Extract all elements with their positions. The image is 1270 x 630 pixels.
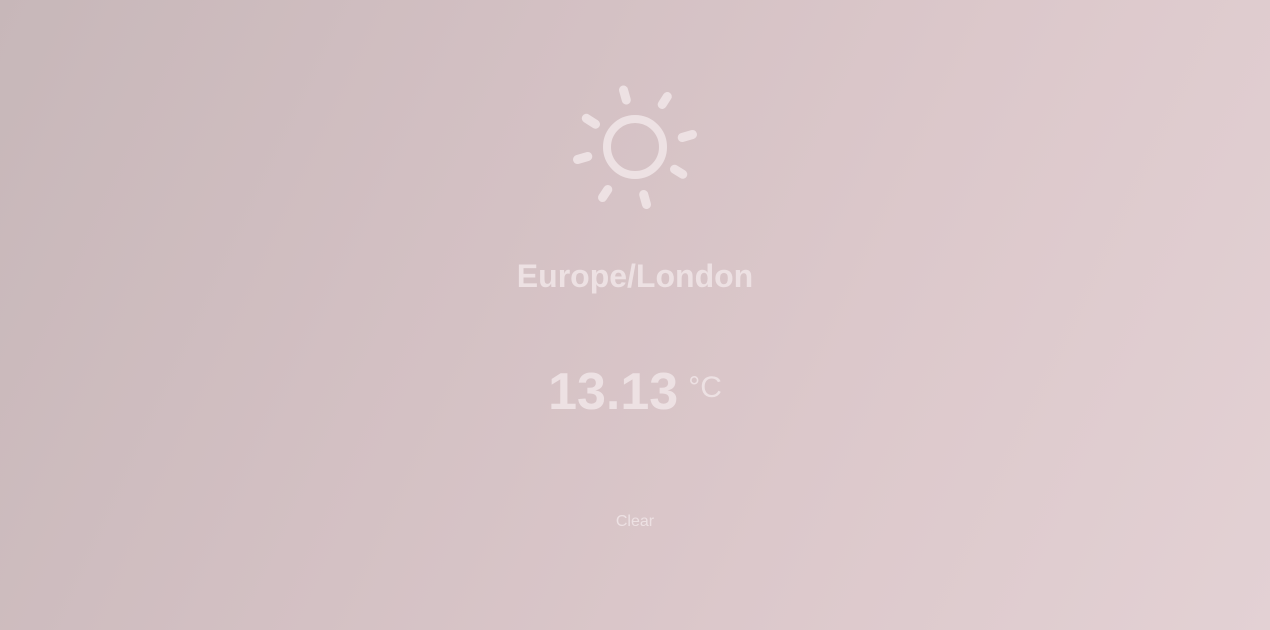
weather-condition: Clear <box>615 513 655 530</box>
temperature-unit: °C <box>688 371 722 404</box>
sun-icon <box>570 82 700 212</box>
weather-widget: Europe/London 13.13 °C Clear <box>0 0 1270 630</box>
temperature-display: 13.13 °C <box>0 362 1270 422</box>
temperature-value: 13.13 <box>548 363 679 421</box>
location-name: Europe/London <box>516 258 754 294</box>
